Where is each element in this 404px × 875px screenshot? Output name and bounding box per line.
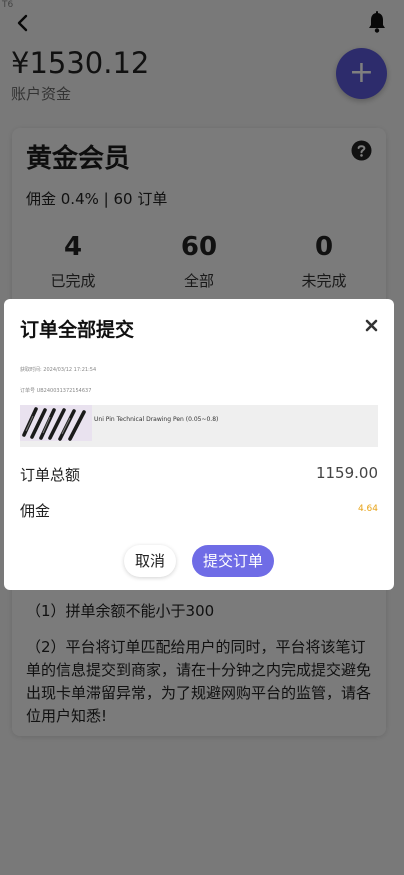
close-icon[interactable]	[365, 319, 378, 332]
order-total-value: 1159.00	[315, 464, 378, 482]
order-total-label: 订单总额	[20, 466, 81, 484]
submit-order-button[interactable]: 提交订单	[192, 545, 274, 577]
order-number: 订单号 UB240031372154637	[20, 388, 92, 394]
product-name: Uni Pin Technical Drawing Pen (0.05~0.8)	[94, 416, 219, 423]
dialog-title: 订单全部提交	[20, 319, 135, 341]
product-row: Uni Pin Technical Drawing Pen (0.05~0.8)	[20, 405, 378, 447]
submit-order-dialog: 订单全部提交 获取时间: 2024/03/12 17:21:54 订单号 UB2…	[4, 299, 394, 590]
order-total-row: 订单总额 1159.00	[20, 464, 378, 485]
order-time: 获取时间: 2024/03/12 17:21:54	[20, 367, 97, 373]
commission-row: 佣金 4.64	[20, 500, 378, 521]
cancel-button[interactable]: 取消	[124, 545, 176, 577]
product-image	[20, 405, 92, 441]
commission-value: 4.64	[357, 504, 378, 514]
commission-label: 佣金	[20, 502, 51, 520]
